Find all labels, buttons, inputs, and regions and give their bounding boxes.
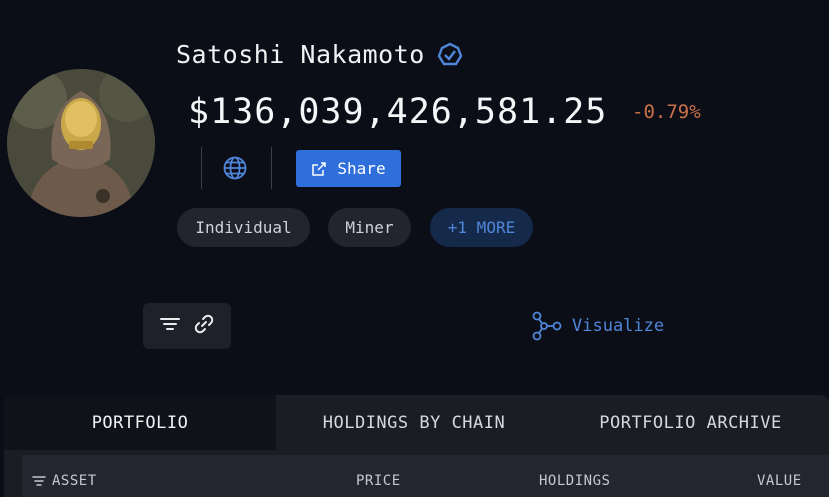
tag-label: Miner xyxy=(345,218,394,237)
portfolio-panel: PORTFOLIO HOLDINGS BY CHAIN PORTFOLIO AR… xyxy=(4,395,829,497)
tag-individual[interactable]: Individual xyxy=(177,208,310,247)
tab-label: PORTFOLIO ARCHIVE xyxy=(599,412,782,433)
tab-portfolio[interactable]: PORTFOLIO xyxy=(4,395,276,450)
tab-portfolio-archive[interactable]: PORTFOLIO ARCHIVE xyxy=(552,395,829,450)
filter-icon[interactable] xyxy=(159,313,181,339)
table-header: ASSET PRICE HOLDINGS VALUE xyxy=(22,455,829,497)
column-header-asset[interactable]: ASSET xyxy=(52,473,97,489)
share-button[interactable]: Share xyxy=(296,150,401,187)
share-label: Share xyxy=(337,159,386,178)
tag-more-button[interactable]: +1 MORE xyxy=(430,208,533,247)
divider xyxy=(201,147,202,189)
tab-holdings-by-chain[interactable]: HOLDINGS BY CHAIN xyxy=(276,395,552,450)
filter-toolbar xyxy=(143,303,231,349)
column-header-holdings[interactable]: HOLDINGS xyxy=(539,473,610,489)
link-icon[interactable] xyxy=(193,313,215,339)
column-header-price[interactable]: PRICE xyxy=(356,473,401,489)
graph-nodes-icon xyxy=(532,311,562,341)
external-link-icon xyxy=(312,161,327,176)
tab-label: PORTFOLIO xyxy=(91,412,189,433)
tag-label: Individual xyxy=(195,218,292,237)
tag-label: +1 MORE xyxy=(447,218,516,237)
tag-miner[interactable]: Miner xyxy=(328,208,411,247)
verified-badge-icon xyxy=(437,42,463,68)
portfolio-balance: $136,039,426,581.25 xyxy=(188,92,608,132)
avatar xyxy=(7,69,155,217)
sort-icon[interactable] xyxy=(32,475,46,487)
profile-name-row: Satoshi Nakamoto xyxy=(176,40,463,69)
visualize-button[interactable]: Visualize xyxy=(530,310,664,342)
column-header-value[interactable]: VALUE xyxy=(757,473,802,489)
visualize-label: Visualize xyxy=(572,316,665,336)
tab-label: HOLDINGS BY CHAIN xyxy=(322,412,506,433)
profile-name: Satoshi Nakamoto xyxy=(176,40,425,69)
globe-icon[interactable] xyxy=(222,155,248,181)
divider xyxy=(271,147,272,189)
balance-change: -0.79% xyxy=(632,101,701,123)
